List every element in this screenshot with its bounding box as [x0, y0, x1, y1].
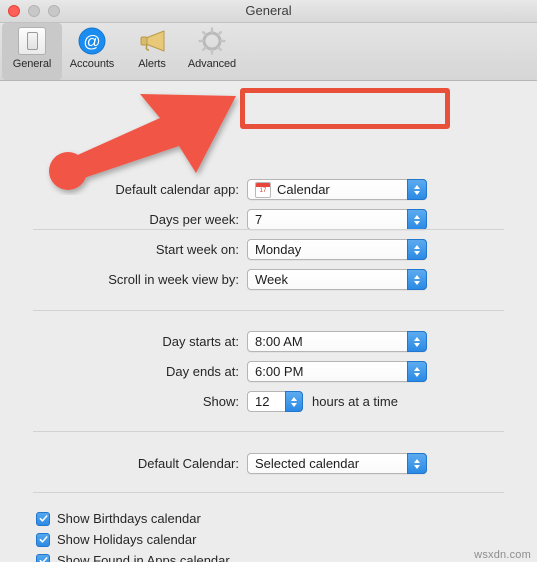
- watermark: wsxdn.com: [474, 549, 531, 561]
- toolbar-label-accounts: Accounts: [69, 58, 115, 70]
- label-default-calendar: Default Calendar:: [137, 456, 239, 471]
- window-titlebar: General: [0, 0, 537, 23]
- preferences-window: General General @ Accounts Alerts Advanc…: [0, 0, 537, 562]
- checkbox-show-found-in-apps[interactable]: [36, 553, 50, 562]
- preferences-toolbar: General @ Accounts Alerts Advanced: [0, 23, 537, 81]
- checkbox-show-birthdays[interactable]: [36, 511, 50, 526]
- general-preferences-pane: Default calendar app: 17 Calendar Days p…: [0, 81, 537, 562]
- device-icon: [2, 26, 62, 56]
- default-calendar-value: Selected calendar: [255, 456, 360, 471]
- section-divider-3: [33, 431, 504, 432]
- chevron-updown-icon[interactable]: [407, 361, 427, 382]
- toolbar-label-general: General: [12, 58, 52, 70]
- start-week-on-value: Monday: [255, 242, 302, 257]
- calendar-app-icon-day: 17: [259, 187, 267, 194]
- section-divider-1: [33, 229, 504, 230]
- label-show-found-in-apps: Show Found in Apps calendar: [57, 553, 230, 562]
- label-start-week-on: Start week on:: [155, 242, 239, 257]
- section-divider-4: [33, 492, 504, 493]
- label-days-per-week: Days per week:: [149, 212, 239, 227]
- show-hours-suffix: hours at a time: [312, 394, 398, 409]
- chevron-updown-icon[interactable]: [285, 391, 303, 412]
- check-icon: [39, 557, 48, 562]
- day-ends-at-popup[interactable]: 6:00 PM: [247, 361, 427, 382]
- check-icon: [39, 515, 48, 522]
- chevron-updown-icon[interactable]: [407, 239, 427, 260]
- chevron-updown-icon[interactable]: [407, 269, 427, 290]
- label-day-starts-at: Day starts at:: [162, 334, 239, 349]
- chevron-updown-icon[interactable]: [407, 453, 427, 474]
- show-hours-value: 12: [255, 394, 270, 409]
- chevron-updown-icon[interactable]: [407, 179, 427, 200]
- checkbox-show-holidays[interactable]: [36, 532, 50, 547]
- start-week-on-popup[interactable]: Monday: [247, 239, 427, 260]
- label-day-ends-at: Day ends at:: [166, 364, 239, 379]
- toolbar-item-alerts[interactable]: Alerts: [122, 23, 182, 70]
- toolbar-label-alerts: Alerts: [138, 58, 166, 70]
- row-day-ends-at: Day ends at: 6:00 PM: [102, 361, 427, 382]
- at-sign-icon: @: [62, 26, 122, 56]
- label-scroll-in-week-view: Scroll in week view by:: [108, 272, 239, 287]
- row-show-hours: Show: 12 hours at a time: [102, 391, 398, 412]
- toolbar-label-advanced: Advanced: [187, 58, 237, 70]
- day-starts-at-popup[interactable]: 8:00 AM: [247, 331, 427, 352]
- row-day-starts-at: Day starts at: 8:00 AM: [102, 331, 427, 352]
- checkbox-row-found-in-apps[interactable]: Show Found in Apps calendar: [36, 553, 230, 562]
- default-calendar-popup[interactable]: Selected calendar: [247, 453, 427, 474]
- row-start-week-on: Start week on: Monday: [102, 239, 427, 260]
- window-title: General: [245, 3, 292, 18]
- day-starts-at-value: 8:00 AM: [255, 334, 303, 349]
- label-show-holidays: Show Holidays calendar: [57, 532, 197, 547]
- label-default-calendar-app: Default calendar app:: [115, 182, 239, 197]
- show-hours-stepper[interactable]: 12: [247, 391, 303, 412]
- toolbar-item-accounts[interactable]: @ Accounts: [62, 23, 122, 70]
- row-default-calendar-app: Default calendar app: 17 Calendar: [102, 179, 427, 200]
- checkbox-row-holidays[interactable]: Show Holidays calendar: [36, 532, 196, 547]
- row-default-calendar: Default Calendar: Selected calendar: [102, 453, 427, 474]
- check-icon: [39, 536, 48, 543]
- days-per-week-value: 7: [255, 212, 263, 227]
- label-show-hours: Show:: [202, 394, 239, 409]
- calendar-app-icon: 17: [255, 181, 271, 198]
- row-days-per-week: Days per week: 7: [102, 209, 427, 230]
- days-per-week-popup[interactable]: 7: [247, 209, 427, 230]
- gear-icon: [182, 26, 242, 56]
- chevron-updown-icon[interactable]: [407, 209, 427, 230]
- toolbar-item-advanced[interactable]: Advanced: [182, 23, 242, 70]
- scroll-in-week-view-value: Week: [255, 272, 288, 287]
- svg-text:@: @: [83, 32, 100, 51]
- chevron-updown-icon[interactable]: [407, 331, 427, 352]
- row-scroll-in-week-view: Scroll in week view by: Week: [102, 269, 427, 290]
- default-calendar-app-popup[interactable]: 17 Calendar: [247, 179, 427, 200]
- toolbar-item-general[interactable]: General: [2, 23, 62, 80]
- day-ends-at-value: 6:00 PM: [255, 364, 304, 379]
- label-show-birthdays: Show Birthdays calendar: [57, 511, 201, 526]
- checkbox-row-birthdays[interactable]: Show Birthdays calendar: [36, 511, 201, 526]
- megaphone-icon: [122, 26, 182, 56]
- scroll-in-week-view-popup[interactable]: Week: [247, 269, 427, 290]
- default-calendar-app-value: Calendar: [277, 182, 330, 197]
- section-divider-2: [33, 310, 504, 311]
